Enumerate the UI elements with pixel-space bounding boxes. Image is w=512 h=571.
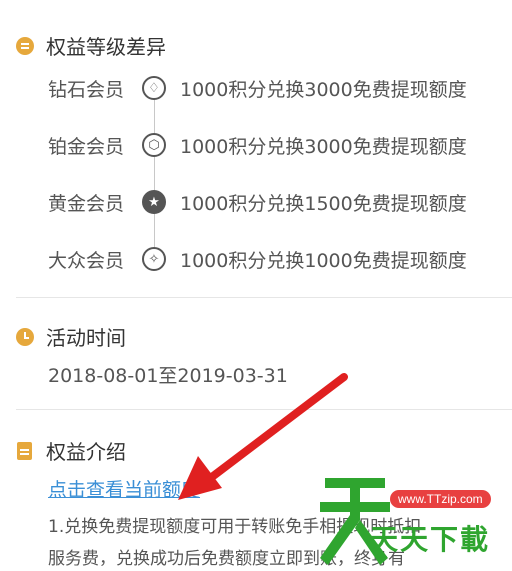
watermark-text: 天天下載 [370,523,491,556]
watermark-url: www.TTzip.com [390,490,491,508]
annotation-arrow-icon [178,373,348,500]
